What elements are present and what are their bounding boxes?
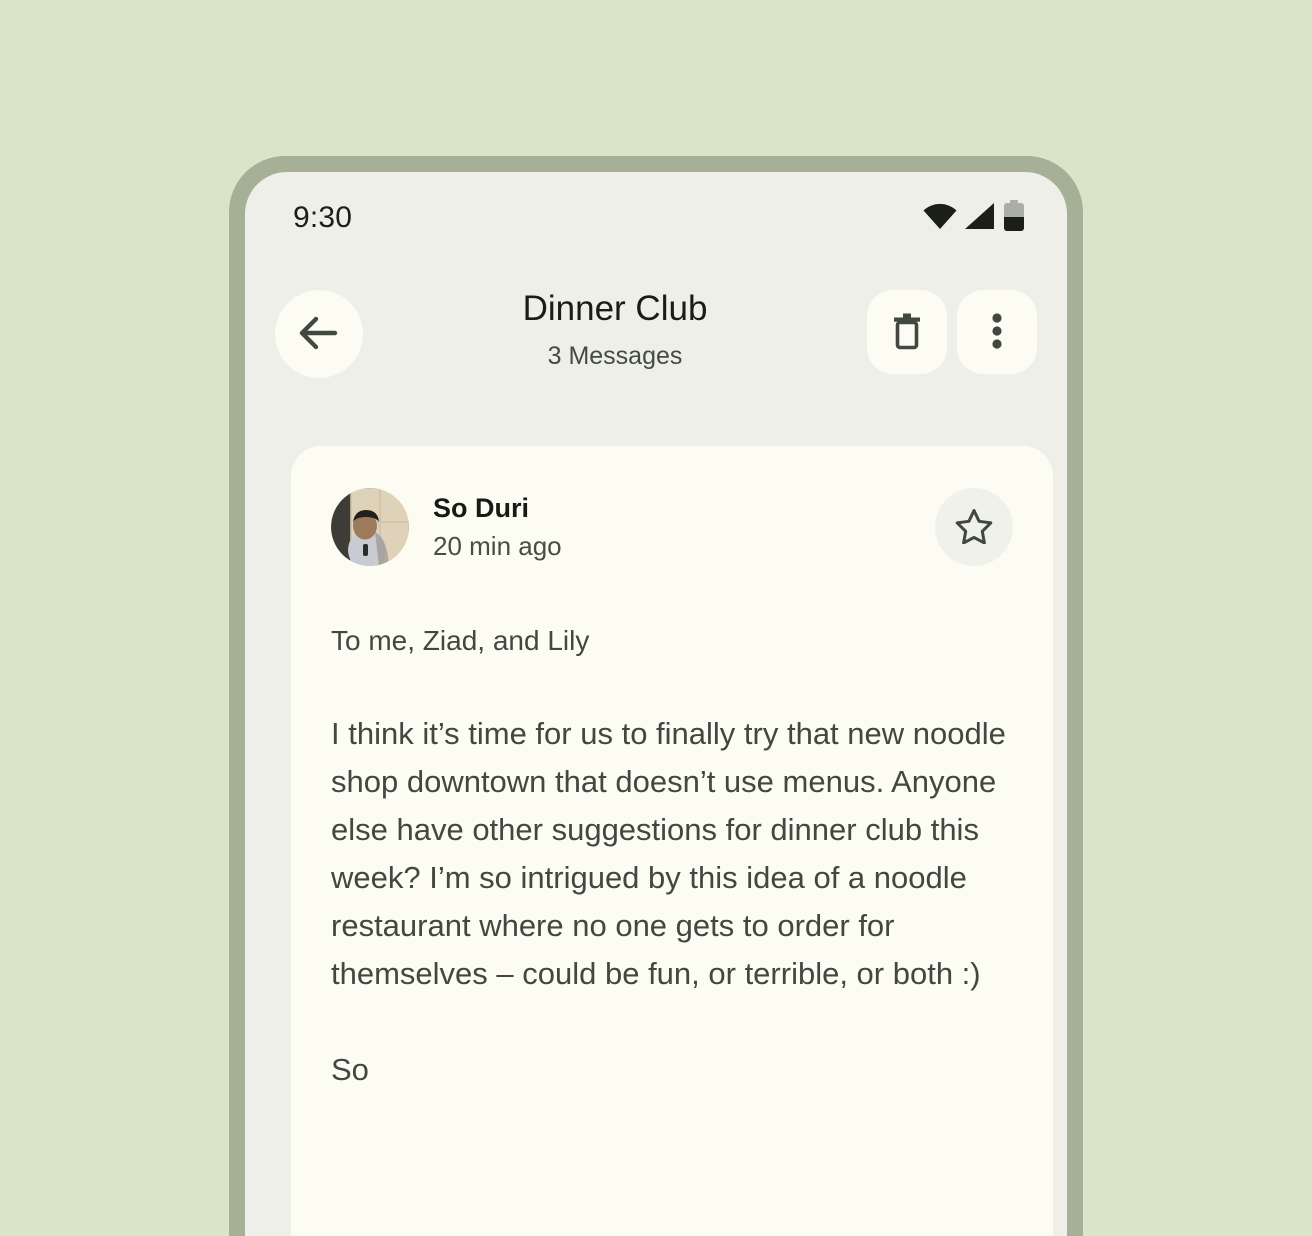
battery-icon (1003, 199, 1025, 237)
more-options-button[interactable] (957, 290, 1037, 374)
app-bar-titles: Dinner Club 3 Messages (363, 264, 867, 371)
app-bar: Dinner Club 3 Messages (245, 264, 1067, 446)
star-button[interactable] (935, 488, 1013, 566)
trash-icon (891, 312, 923, 353)
page-title: Dinner Club (522, 289, 708, 328)
message-timestamp: 20 min ago (433, 531, 562, 561)
recipients-line: To me, Ziad, and Lily (331, 625, 590, 656)
delete-button[interactable] (867, 290, 947, 374)
status-bar-icons (923, 199, 1025, 237)
message-body: I think it’s time for us to finally try … (331, 716, 1015, 991)
status-bar: 9:30 (245, 172, 1067, 264)
arrow-left-icon (299, 316, 339, 353)
app-bar-leading (275, 264, 363, 378)
sender-name: So Duri (433, 493, 530, 523)
app-bar-actions (867, 264, 1037, 374)
message-header: So Duri 20 min ago (331, 486, 1013, 568)
star-outline-icon (955, 508, 993, 547)
avatar (331, 488, 409, 566)
page-subtitle: 3 Messages (547, 342, 683, 370)
cellular-signal-icon (965, 202, 995, 234)
wifi-icon (923, 203, 957, 234)
back-button[interactable] (275, 290, 363, 378)
more-vertical-icon (991, 312, 1003, 352)
message-card: So Duri 20 min ago To me, Ziad, and Lily… (291, 446, 1053, 1236)
message-signature: So (331, 1052, 369, 1087)
phone-screen: 9:30 Dinner Club 3 Messages So Duri 20 m… (245, 172, 1067, 1236)
status-bar-time: 9:30 (293, 201, 353, 234)
screenshot-root: 9:30 Dinner Club 3 Messages So Duri 20 m… (0, 0, 1312, 1236)
phone-frame: 9:30 Dinner Club 3 Messages So Duri 20 m… (229, 156, 1083, 1236)
sender-meta: So Duri 20 min ago (433, 492, 935, 562)
